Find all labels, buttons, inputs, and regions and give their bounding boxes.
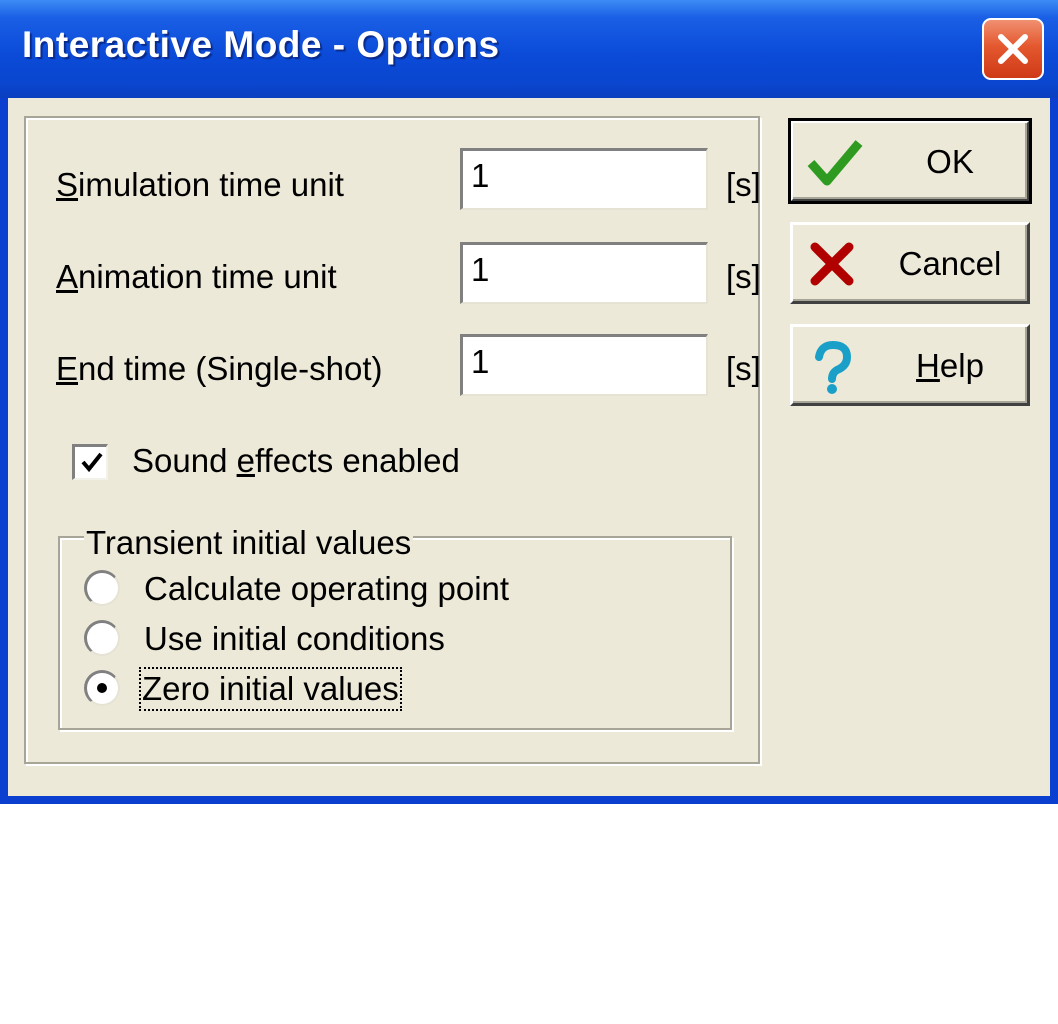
close-button[interactable] <box>982 18 1044 80</box>
simulation-time-unit-label: Simulation time unit <box>56 166 344 203</box>
options-panel: Simulation time unit 1 [s] Animation tim… <box>24 116 761 764</box>
cancel-button[interactable]: Cancel <box>790 222 1030 304</box>
radio-use-initial-conditions[interactable] <box>84 620 120 656</box>
zero-initial-values-label[interactable]: Zero initial values <box>139 667 402 711</box>
use-initial-conditions-label[interactable]: Use initial conditions <box>144 620 445 658</box>
radio-selected-dot <box>97 683 107 693</box>
end-time-label: End time (Single-shot) <box>56 350 383 387</box>
calculate-operating-point-label[interactable]: Calculate operating point <box>144 570 509 608</box>
animation-time-unit-suffix: [s] <box>726 258 761 295</box>
animation-time-unit-label: Animation time unit <box>56 258 337 295</box>
radio-zero-initial-values[interactable] <box>84 670 120 706</box>
dialog-client-area: Simulation time unit 1 [s] Animation tim… <box>8 98 1050 796</box>
dialog-window: Interactive Mode - Options Simulation ti… <box>0 0 1058 804</box>
ok-button[interactable]: OK <box>788 118 1032 204</box>
x-icon <box>810 242 854 286</box>
end-time-suffix: [s] <box>726 350 761 387</box>
sound-effects-checkbox[interactable] <box>72 444 108 480</box>
simulation-time-unit-suffix: [s] <box>726 166 761 203</box>
window-title: Interactive Mode - Options <box>22 24 500 65</box>
simulation-time-unit-input[interactable]: 1 <box>460 148 708 210</box>
title-bar[interactable]: Interactive Mode - Options <box>0 0 1058 98</box>
close-icon <box>998 34 1028 64</box>
cancel-button-label: Cancel <box>898 245 1002 282</box>
ok-button-label: OK <box>926 143 974 180</box>
checkmark-icon <box>807 140 863 186</box>
help-button-label: Help <box>916 347 984 384</box>
end-time-input[interactable]: 1 <box>460 334 708 396</box>
radio-calculate-operating-point[interactable] <box>84 570 120 606</box>
checkmark-icon <box>81 452 103 473</box>
animation-time-unit-input[interactable]: 1 <box>460 242 708 304</box>
sound-effects-label[interactable]: Sound effects enabled <box>132 442 460 480</box>
help-button[interactable]: Help <box>790 324 1030 406</box>
question-icon <box>815 341 852 394</box>
transient-initial-values-legend: Transient initial values <box>84 524 414 562</box>
